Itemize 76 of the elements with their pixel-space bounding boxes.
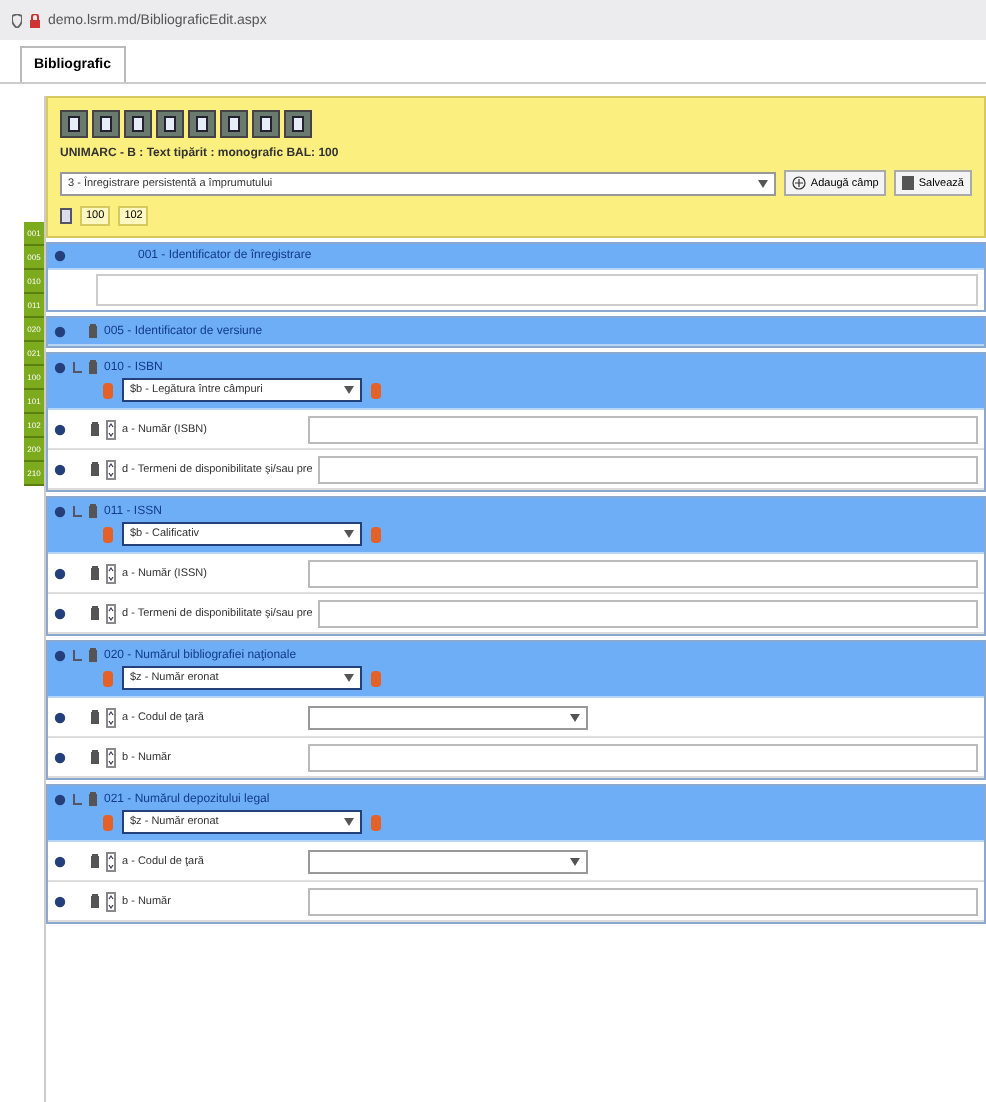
input-field[interactable]	[318, 599, 978, 627]
save-icon	[902, 176, 915, 190]
toolbar-button[interactable]	[220, 110, 248, 138]
caret-icon	[570, 857, 580, 865]
expand-icon[interactable]	[54, 361, 66, 373]
trash-icon[interactable]	[88, 792, 98, 806]
trash-icon[interactable]	[90, 750, 100, 764]
sort-arrows-icon[interactable]	[106, 747, 116, 767]
document-icon	[68, 116, 80, 132]
document-icon	[292, 116, 304, 132]
input-field[interactable]	[308, 415, 978, 443]
input-field[interactable]	[308, 559, 978, 587]
sort-arrows-icon[interactable]	[106, 419, 116, 439]
plus-icon	[792, 176, 807, 190]
expand-icon[interactable]	[54, 607, 66, 619]
document-icon	[196, 116, 208, 132]
lock-icon	[30, 13, 40, 27]
sort-arrows-icon[interactable]	[106, 851, 116, 871]
input-field[interactable]	[308, 743, 978, 771]
expand-icon[interactable]	[54, 423, 66, 435]
input-field[interactable]	[308, 887, 978, 915]
trash-icon[interactable]	[90, 710, 100, 724]
toolbar-button[interactable]	[156, 110, 184, 138]
sort-arrows-icon[interactable]	[106, 563, 116, 583]
document-icon	[100, 116, 112, 132]
toolbar-button[interactable]	[124, 110, 152, 138]
trash-icon[interactable]	[90, 894, 100, 908]
trash-icon[interactable]	[90, 422, 100, 436]
caret-icon	[344, 530, 354, 538]
document-icon	[164, 116, 176, 132]
expand-icon[interactable]	[54, 793, 66, 805]
document-icon	[228, 116, 240, 132]
country-select[interactable]	[308, 705, 588, 729]
caret-icon	[570, 713, 580, 721]
trash-icon[interactable]	[90, 606, 100, 620]
expand-icon[interactable]	[54, 895, 66, 907]
input-field[interactable]	[96, 274, 978, 306]
caret-icon	[344, 386, 354, 394]
expand-icon[interactable]	[54, 325, 66, 337]
expand-icon[interactable]	[54, 250, 66, 262]
toolbar-button[interactable]	[60, 110, 88, 138]
toolbar-button[interactable]	[188, 110, 216, 138]
expand-icon[interactable]	[54, 751, 66, 763]
caret-icon	[344, 818, 354, 826]
branch-icon[interactable]	[72, 649, 82, 661]
trash-icon[interactable]	[88, 360, 98, 374]
trash-icon[interactable]	[90, 854, 100, 868]
expand-icon[interactable]	[54, 855, 66, 867]
trash-icon[interactable]	[88, 504, 98, 518]
branch-icon[interactable]	[72, 361, 82, 373]
branch-icon[interactable]	[72, 505, 82, 517]
expand-icon[interactable]	[54, 567, 66, 579]
expand-icon[interactable]	[54, 649, 66, 661]
caret-icon	[344, 674, 354, 682]
document-icon	[260, 116, 272, 132]
toolbar-button[interactable]	[92, 110, 120, 138]
trash-icon[interactable]	[90, 462, 100, 476]
trash-icon[interactable]	[88, 648, 98, 662]
caret-icon	[758, 179, 769, 187]
trash-icon[interactable]	[88, 324, 98, 338]
document-icon[interactable]	[60, 208, 72, 224]
country-select[interactable]	[308, 849, 588, 873]
shield-icon	[12, 13, 22, 27]
branch-icon[interactable]	[72, 793, 82, 805]
toolbar-button[interactable]	[284, 110, 312, 138]
sort-arrows-icon[interactable]	[106, 707, 116, 727]
toolbar-button[interactable]	[252, 110, 280, 138]
trash-icon[interactable]	[90, 566, 100, 580]
document-icon	[132, 116, 144, 132]
expand-icon[interactable]	[54, 711, 66, 723]
expand-icon[interactable]	[54, 463, 66, 475]
input-field[interactable]	[318, 455, 978, 483]
sort-arrows-icon[interactable]	[106, 459, 116, 479]
expand-icon[interactable]	[54, 505, 66, 517]
sort-arrows-icon[interactable]	[106, 891, 116, 911]
sort-arrows-icon[interactable]	[106, 603, 116, 623]
